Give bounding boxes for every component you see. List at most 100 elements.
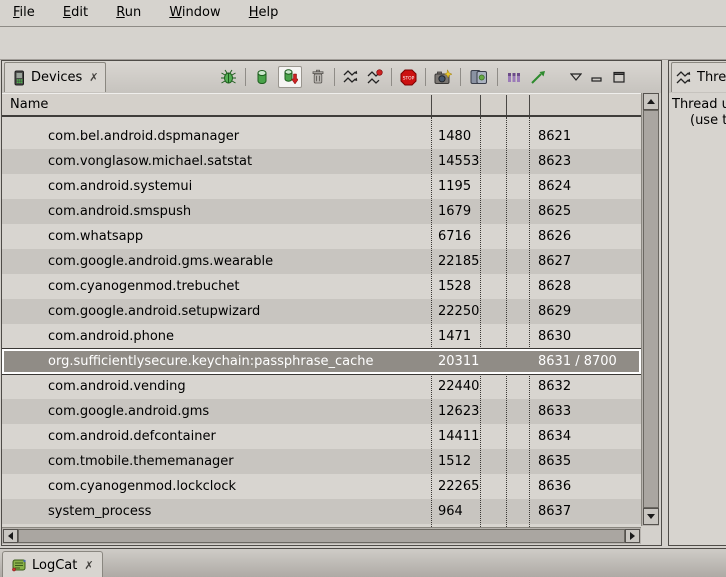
port-cell: 8634 — [538, 424, 571, 449]
table-row[interactable]: org.sufficientlysecure.keychain:passphra… — [2, 349, 641, 374]
scroll-right-button[interactable] — [625, 529, 640, 543]
column-gridline — [480, 117, 481, 527]
column-divider[interactable] — [506, 95, 507, 115]
port-cell: 8628 — [538, 274, 571, 299]
menu-window[interactable]: Window — [158, 0, 231, 25]
process-name-cell: com.cyanogenmod.lockclock — [48, 474, 236, 499]
stop-process-icon[interactable]: STOP — [400, 69, 417, 86]
table-row[interactable]: system_process9648637 — [2, 499, 641, 524]
table-row[interactable]: com.cyanogenmod.trebuchet15288628 — [2, 274, 641, 299]
pid-cell: 1528 — [438, 274, 471, 299]
menu-run[interactable]: Run — [105, 0, 152, 25]
tab-devices-close-icon[interactable]: ✗ — [89, 72, 98, 83]
port-cell: 8627 — [538, 249, 571, 274]
table-row[interactable]: com.bel.android.dspmanager14808621 — [2, 124, 641, 149]
process-name-cell: com.android.smspush — [48, 199, 191, 224]
device-phone-icon — [12, 70, 26, 86]
column-divider[interactable] — [480, 95, 481, 115]
devices-view: Devices ✗ — [1, 60, 662, 546]
toolbar-separator — [391, 68, 392, 86]
maximize-icon[interactable] — [612, 71, 626, 83]
column-divider[interactable] — [529, 95, 530, 115]
process-name-cell: com.google.android.setupwizard — [48, 299, 260, 324]
pid-cell: 20311 — [438, 349, 479, 374]
port-cell: 8632 — [538, 374, 571, 399]
port-cell: 8633 — [538, 399, 571, 424]
start-method-profiling-icon[interactable] — [367, 69, 383, 85]
column-header-name[interactable]: Name — [10, 94, 48, 115]
debug-icon[interactable] — [220, 69, 237, 85]
table-row[interactable]: com.android.vending224408632 — [2, 374, 641, 399]
tab-devices[interactable]: Devices ✗ — [4, 62, 106, 92]
threads-message-line2: (use toolbar button to enable) — [690, 113, 726, 128]
horizontal-scrollbar[interactable] — [2, 527, 641, 544]
toolbar-separator — [245, 68, 246, 86]
update-threads-icon[interactable] — [343, 69, 359, 85]
tab-devices-label: Devices — [31, 70, 82, 85]
pid-cell: 964 — [438, 499, 463, 524]
tab-logcat-label: LogCat — [32, 558, 77, 573]
table-row[interactable]: com.google.android.setupwizard222508629 — [2, 299, 641, 324]
tab-threads[interactable]: Threads — [671, 62, 726, 92]
pid-cell: 6716 — [438, 224, 471, 249]
scroll-down-button[interactable] — [643, 508, 659, 525]
pid-cell: 1512 — [438, 449, 471, 474]
update-heap-icon[interactable] — [254, 69, 270, 85]
vertical-scroll-thumb[interactable] — [643, 110, 659, 508]
ddms-window: File Edit Run Window Help — [0, 0, 726, 577]
process-name-cell: com.vonglasow.michael.satstat — [48, 149, 252, 174]
threads-message-line1: Thread updates not enabled for selected … — [672, 97, 726, 112]
menu-edit[interactable]: Edit — [52, 0, 99, 25]
screen-capture-icon[interactable] — [434, 69, 452, 85]
pid-cell: 14553 — [438, 149, 479, 174]
pid-cell: 22265 — [438, 474, 479, 499]
port-cell: 8623 — [538, 149, 571, 174]
dump-hprof-icon[interactable] — [278, 66, 302, 88]
table-row[interactable]: com.cyanogenmod.lockclock 22265 8636 — [2, 474, 641, 499]
table-row[interactable]: com.whatsapp67168626 — [2, 224, 641, 249]
menu-help[interactable]: Help — [238, 0, 290, 25]
tab-logcat[interactable]: LogCat ✗ — [2, 551, 103, 577]
down-arrow-icon — [647, 514, 655, 519]
scroll-left-button[interactable] — [3, 529, 18, 543]
view-menu-icon[interactable] — [570, 73, 582, 81]
pid-cell: 22185 — [438, 249, 479, 274]
column-divider[interactable] — [431, 95, 432, 115]
toolbar-separator — [425, 68, 426, 86]
view-hierarchy-icon[interactable] — [469, 69, 489, 85]
scroll-up-button[interactable] — [643, 93, 659, 110]
device-table-body: com.bel.android.dspmanager14808621com.vo… — [2, 117, 641, 527]
column-gridline — [431, 117, 432, 527]
capture-systrace-icon[interactable] — [506, 69, 522, 85]
minimize-icon[interactable] — [590, 71, 604, 83]
table-row[interactable]: com.android.defcontainer144118634 — [2, 424, 641, 449]
process-name-cell: com.android.phone — [48, 324, 174, 349]
start-opengl-trace-icon[interactable] — [530, 69, 546, 85]
logcat-icon — [11, 557, 27, 573]
vertical-scrollbar[interactable] — [641, 93, 659, 526]
table-row[interactable]: com.android.phone14718630 — [2, 324, 641, 349]
threads-icon — [676, 70, 692, 86]
cause-gc-trash-icon[interactable] — [310, 69, 326, 85]
table-row[interactable]: com.google.android.gms126238633 — [2, 399, 641, 424]
threads-tabbar: Threads — [669, 61, 726, 93]
menu-file[interactable]: File — [2, 0, 46, 25]
process-name-cell: com.android.defcontainer — [48, 424, 216, 449]
port-cell: 8624 — [538, 174, 571, 199]
threads-content: Thread updates not enabled for selected … — [669, 93, 726, 545]
tab-threads-label: Threads — [697, 70, 726, 85]
table-row[interactable]: com.android.systemui11958624 — [2, 174, 641, 199]
process-name-cell: com.bel.android.dspmanager — [48, 124, 239, 149]
table-row[interactable]: com.vonglasow.michael.satstat 14553 8623 — [2, 149, 641, 174]
table-row[interactable]: com.google.android.gms.wearable221858627 — [2, 249, 641, 274]
logcat-view: LogCat ✗ — [0, 548, 726, 577]
tab-logcat-close-icon[interactable]: ✗ — [84, 560, 93, 571]
toolbar-separator — [334, 68, 335, 86]
process-name-cell: com.tmobile.thememanager — [48, 449, 234, 474]
horizontal-scroll-thumb[interactable] — [18, 529, 625, 543]
pid-cell: 1480 — [438, 124, 471, 149]
port-cell: 8636 — [538, 474, 571, 499]
process-name-cell: system_process — [48, 499, 151, 524]
table-row[interactable]: com.android.smspush16798625 — [2, 199, 641, 224]
table-row[interactable]: com.tmobile.thememanager15128635 — [2, 449, 641, 474]
